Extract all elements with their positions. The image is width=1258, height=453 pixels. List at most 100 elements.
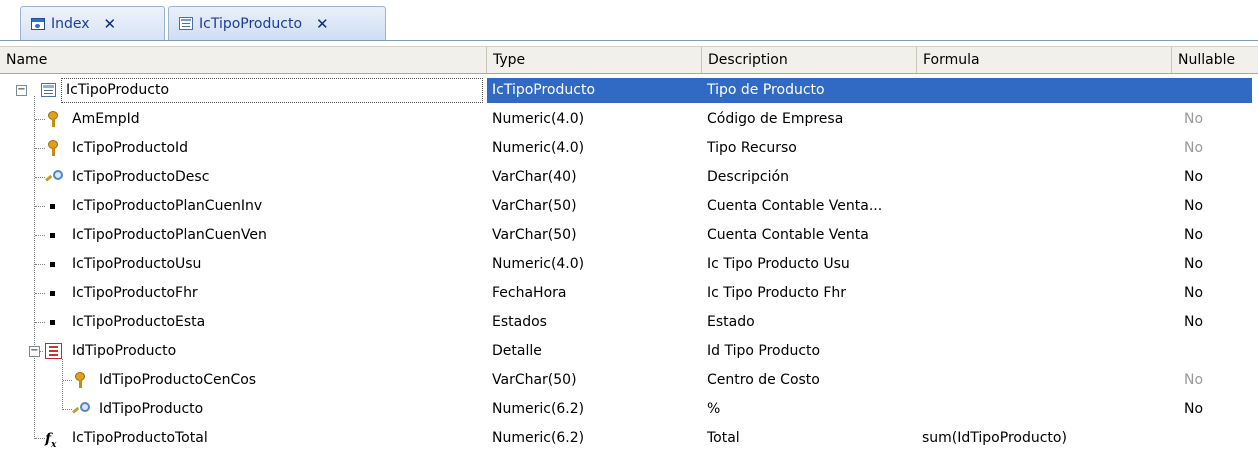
selection-highlight [487,78,1252,103]
description-cell: Total [707,430,740,446]
table-icon [179,17,193,30]
name-cell: IdTipoProducto [72,343,177,359]
window-icon [31,17,45,30]
type-cell: Numeric(4.0) [492,256,585,272]
key-icon [74,372,86,388]
table-row[interactable]: IdTipoProducto Detalle Id Tipo Producto [0,337,1258,366]
tree-line [35,119,45,120]
tab-ictipoproducto[interactable]: IcTipoProducto ✕ [168,6,386,40]
tree-line [35,148,45,149]
tree-line [35,235,45,236]
description-cell: Id Tipo Producto [707,343,821,359]
description-cell: Estado [707,314,755,330]
nullable-cell: No [1184,227,1204,243]
name-cell: IdTipoProductoCenCos [99,372,257,388]
nullable-cell: No [1184,372,1204,388]
tab-label: Index [51,15,90,32]
description-cell: Tipo Recurso [707,140,797,156]
name-cell: IcTipoProductoTotal [72,430,208,446]
description-cell: Descripción [707,169,789,185]
table-row[interactable]: IcTipoProducto IcTipoProducto Tipo de Prod… [0,76,1258,105]
type-cell: Numeric(6.2) [492,401,585,417]
table-row[interactable]: IcTipoProductoUsu Numeric(4.0) Ic Tipo Pro… [0,250,1258,279]
table-row[interactable]: IcTipoProductoDesc VarChar(40) Descripción… [0,163,1258,192]
key-icon [47,140,59,156]
table-row[interactable]: IcTipoProductoFhr FechaHora Ic Tipo Produc… [0,279,1258,308]
name-cell: AmEmpId [72,111,140,127]
description-cell: Código de Empresa [707,111,844,127]
name-cell: IcTipoProductoPlanCuenInv [72,198,263,214]
type-cell: VarChar(50) [492,198,577,214]
column-header: Name Type Description Formula Nullable [0,46,1258,74]
bullet-icon [50,320,55,325]
close-icon[interactable]: ✕ [104,15,117,33]
name-cell: IcTipoProductoDesc [72,169,210,185]
type-cell: VarChar(50) [492,372,577,388]
column-header-nullable[interactable]: Nullable [1172,47,1258,73]
tree-line [35,293,45,294]
type-cell: VarChar(50) [492,227,577,243]
nullable-cell: No [1184,111,1204,127]
nullable-cell: No [1184,169,1204,185]
tree-line [63,409,72,410]
search-icon [46,170,63,184]
description-cell: Ic Tipo Producto Usu [707,256,850,272]
type-cell: Estados [492,314,547,330]
table-row[interactable]: IcTipoProductoEsta Estados Estado No [0,308,1258,337]
nullable-cell: No [1184,285,1204,301]
column-header-formula[interactable]: Formula [917,47,1172,73]
nullable-cell: No [1184,401,1204,417]
tab-label: IcTipoProducto [199,15,303,32]
column-header-type[interactable]: Type [487,47,702,73]
bullet-icon [50,233,55,238]
type-cell: Detalle [492,343,542,359]
table-row[interactable]: fx IcTipoProductoTotal Numeric(6.2) Total su… [0,424,1258,453]
bullet-icon [50,291,55,296]
name-cell: IdTipoProducto [99,401,204,417]
tree-line [35,264,45,265]
table-icon [41,83,56,97]
tab-index[interactable]: Index ✕ [20,6,165,40]
formula-cell: sum(IdTipoProducto) [922,430,1067,446]
column-header-description[interactable]: Description [702,47,917,73]
name-cell: IcTipoProductoUsu [72,256,202,272]
table-row[interactable]: IdTipoProductoCenCos VarChar(50) Centro de… [0,366,1258,395]
nullable-cell: No [1184,256,1204,272]
tree-line [35,177,45,178]
nullable-cell: No [1184,198,1204,214]
tree-line [35,206,45,207]
description-cell: Centro de Costo [707,372,820,388]
type-cell: Numeric(4.0) [492,111,585,127]
formula-icon: fx [45,431,57,450]
description-cell: Tipo de Producto [707,82,825,98]
type-cell: IcTipoProducto [492,82,596,98]
tab-divider [0,40,1258,41]
table-row[interactable]: AmEmpId Numeric(4.0) Código de Empresa No [0,105,1258,134]
name-cell: IcTipoProducto [66,82,170,98]
type-cell: VarChar(40) [492,169,577,185]
table-row[interactable]: IdTipoProducto Numeric(6.2)% No [0,395,1258,424]
bullet-icon [50,262,55,267]
tree-line [63,380,72,381]
tree-line [35,438,45,439]
name-cell: IcTipoProductoFhr [72,285,198,301]
level-icon [45,343,62,359]
key-icon [47,111,59,127]
table-row[interactable]: IcTipoProductoPlanCuenVen VarChar(50) Cuen… [0,221,1258,250]
collapse-toggle[interactable]: − [16,85,27,96]
collapse-toggle[interactable]: − [29,346,40,357]
nullable-cell: No [1184,314,1204,330]
search-icon [73,402,90,416]
table-row[interactable]: IcTipoProductoPlanCuenInv VarChar(50) Cuen… [0,192,1258,221]
name-cell: IcTipoProductoPlanCuenVen [72,227,267,243]
table-row[interactable]: IcTipoProductoId Numeric(4.0) Tipo Recurso… [0,134,1258,163]
tree-line [35,322,45,323]
description-cell: % [707,401,721,417]
column-header-name[interactable]: Name [0,47,487,73]
tree-line [62,359,63,410]
type-cell: Numeric(4.0) [492,140,585,156]
type-cell: FechaHora [492,285,567,301]
description-cell: Cuenta Contable Venta [707,227,869,243]
name-cell: IcTipoProductoEsta [72,314,206,330]
close-icon[interactable]: ✕ [316,15,329,33]
